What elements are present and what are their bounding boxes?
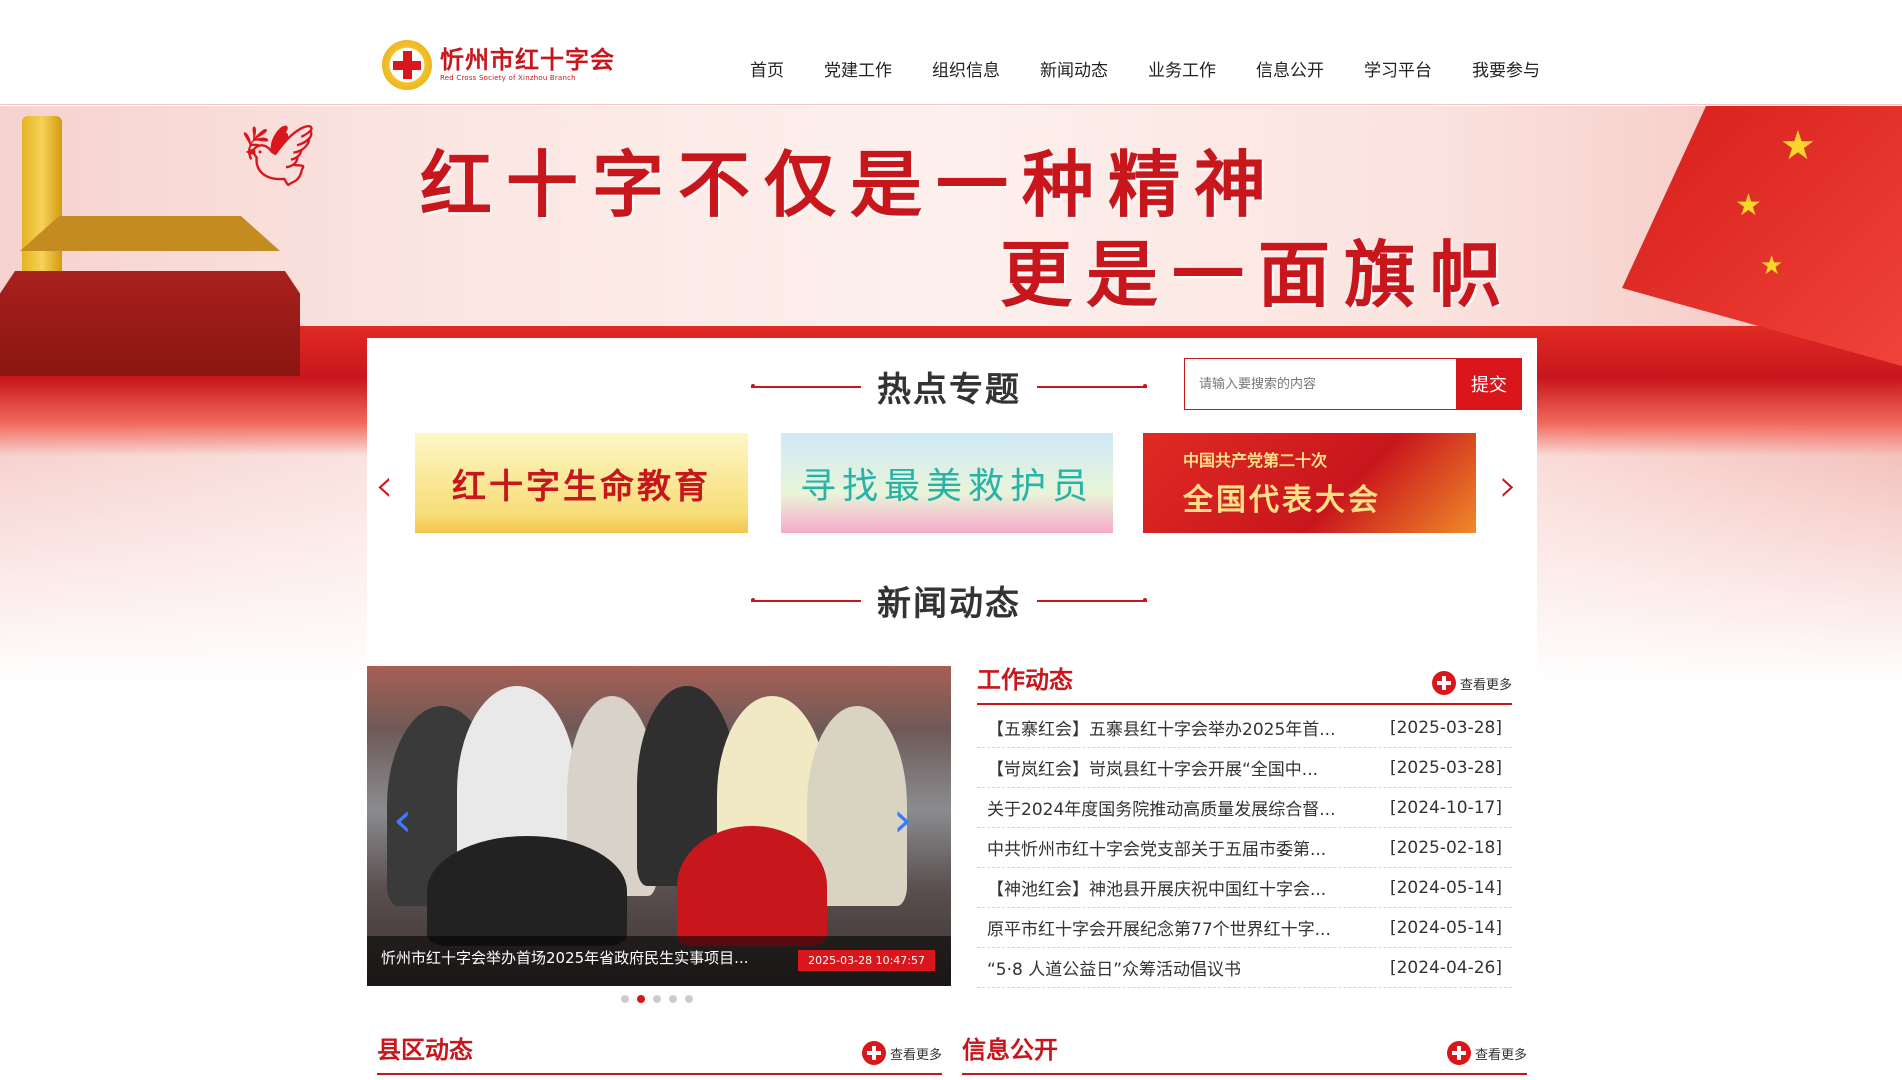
nav-home[interactable]: 首页 (750, 56, 784, 81)
slider-dots (621, 995, 701, 1003)
search-input[interactable] (1184, 358, 1456, 410)
news-item-date: [2025-03-28] (1389, 757, 1502, 778)
work-news-list: 【五寨红会】五寨县红十字会举办2025年首... [2025-03-28] 【岢岚… (977, 708, 1512, 988)
slider-dot[interactable] (685, 995, 693, 1003)
more-label: 查看更多 (889, 1047, 942, 1063)
photo-person (427, 836, 627, 946)
news-item[interactable]: 【神池红会】神池县开展庆祝中国红十字会... [2024-05-14] (977, 868, 1512, 908)
news-item-title: 原平市红十字会开展纪念第77个世界红十字... (987, 920, 1331, 940)
news-heading: 新闻动态 (751, 576, 1147, 625)
topic-label: 寻找最美救护员 (799, 466, 1094, 507)
news-item-title: 【岢岚红会】岢岚县红十字会开展“全国中... (987, 760, 1319, 780)
slider-dot[interactable] (621, 995, 629, 1003)
site-logo[interactable]: 忻州市红十字会 Red Cross Society of Xinzhou Bra… (382, 40, 615, 90)
news-item[interactable]: “5·8 人道公益日”众筹活动倡议书 [2024-04-26] (977, 948, 1512, 988)
topic-card-life-education[interactable]: 红十字生命教育 (415, 433, 748, 533)
county-news-title: 县区动态 (377, 1036, 473, 1064)
news-item-title: 关于2024年度国务院推动高质量发展综合督... (987, 800, 1336, 820)
county-news-header: 县区动态 查看更多 (377, 1030, 942, 1075)
red-cross-icon (1446, 1041, 1471, 1065)
work-news-header: 工作动态 查看更多 (977, 660, 1512, 705)
hot-topics-title: 热点专题 (877, 370, 1021, 410)
slider-dot[interactable] (653, 995, 661, 1003)
topic-label: 红十字生命教育 (452, 466, 711, 507)
news-item[interactable]: 原平市红十字会开展纪念第77个世界红十字... [2024-05-14] (977, 908, 1512, 948)
news-item-date: [2025-03-28] (1389, 717, 1502, 738)
nav-participate[interactable]: 我要参与 (1472, 56, 1540, 81)
banner-slogan-line2: 更是一面旗帜 (1000, 232, 1517, 317)
flag-star-icon: ★ (1780, 123, 1816, 169)
news-item-title: “5·8 人道公益日”众筹活动倡议书 (987, 960, 1242, 980)
topic-card-20th-congress[interactable]: 中国共产党第二十次 全国代表大会 (1143, 433, 1476, 533)
nav-business[interactable]: 业务工作 (1148, 56, 1216, 81)
news-item-date: [2024-04-26] (1389, 957, 1502, 978)
info-disclosure-more-link[interactable]: 查看更多 (1446, 1041, 1527, 1065)
dove-icon: 🕊 (240, 121, 317, 191)
work-news-title: 工作动态 (977, 666, 1073, 694)
county-news-more-link[interactable]: 查看更多 (861, 1041, 942, 1065)
hot-topics-heading: 热点专题 (751, 362, 1147, 411)
news-item[interactable]: 关于2024年度国务院推动高质量发展综合督... [2024-10-17] (977, 788, 1512, 828)
more-label: 查看更多 (1474, 1047, 1527, 1063)
topics-next-arrow-icon[interactable]: › (1499, 462, 1517, 508)
info-disclosure-header: 信息公开 查看更多 (962, 1030, 1527, 1075)
slider-dot-active[interactable] (637, 995, 645, 1003)
news-item[interactable]: 中共忻州市红十字会党支部关于五届市委第... [2025-02-18] (977, 828, 1512, 868)
slider-dot[interactable] (669, 995, 677, 1003)
slider-timestamp: 2025-03-28 10:47:57 (798, 950, 935, 971)
info-disclosure-title: 信息公开 (962, 1036, 1058, 1064)
nav-news[interactable]: 新闻动态 (1040, 56, 1108, 81)
more-label: 查看更多 (1459, 677, 1512, 693)
news-item[interactable]: 【岢岚红会】岢岚县红十字会开展“全国中... [2025-03-28] (977, 748, 1512, 788)
news-item-title: 【五寨红会】五寨县红十字会举办2025年首... (987, 720, 1336, 740)
flag-star-icon: ★ (1735, 188, 1762, 223)
red-cross-icon (861, 1041, 886, 1065)
nav-disclosure[interactable]: 信息公开 (1256, 56, 1324, 81)
nav-organization[interactable]: 组织信息 (932, 56, 1000, 81)
news-item-date: [2024-10-17] (1389, 797, 1502, 818)
flag-star-icon: ★ (1760, 251, 1784, 281)
news-item[interactable]: 【五寨红会】五寨县红十字会举办2025年首... [2025-03-28] (977, 708, 1512, 748)
news-item-title: 中共忻州市红十字会党支部关于五届市委第... (987, 840, 1327, 860)
search-submit-button[interactable]: 提交 (1456, 358, 1522, 410)
logo-subtitle: Red Cross Society of Xinzhou Branch (440, 74, 576, 82)
site-header: 忻州市红十字会 Red Cross Society of Xinzhou Bra… (0, 0, 1902, 105)
red-cross-icon (1431, 671, 1456, 695)
news-title: 新闻动态 (877, 584, 1021, 624)
logo-title: 忻州市红十字会 (440, 46, 615, 74)
topic-label-small: 中国共产党第二十次 (1183, 451, 1328, 470)
huabiao-pillar-icon (22, 116, 62, 276)
main-nav: 首页 党建工作 组织信息 新闻动态 业务工作 信息公开 学习平台 我要参与 (750, 56, 1580, 81)
slider-next-arrow-icon[interactable]: › (893, 796, 912, 844)
work-news-more-link[interactable]: 查看更多 (1431, 671, 1512, 695)
slider-prev-arrow-icon[interactable]: ‹ (393, 796, 412, 844)
red-cross-emblem-icon (382, 40, 432, 90)
topic-card-best-rescuer[interactable]: 寻找最美救护员 (781, 433, 1113, 533)
main-panel: 热点专题 提交 ‹ › 红十字生命教育 寻找最美救护员 中国共产党第二十次 全国… (367, 338, 1537, 1080)
nav-party-building[interactable]: 党建工作 (824, 56, 892, 81)
news-item-date: [2024-05-14] (1389, 917, 1502, 938)
nav-learning[interactable]: 学习平台 (1364, 56, 1432, 81)
news-photo-slider[interactable]: ‹ › 忻州市红十字会举办首场2025年省政府民生实事项目... 2025-03… (367, 666, 951, 986)
site-search: 提交 (1184, 358, 1522, 410)
slider-caption[interactable]: 忻州市红十字会举办首场2025年省政府民生实事项目... (381, 947, 748, 968)
news-item-title: 【神池红会】神池县开展庆祝中国红十字会... (987, 880, 1327, 900)
photo-person (677, 826, 827, 946)
news-item-date: [2024-05-14] (1389, 877, 1502, 898)
news-item-date: [2025-02-18] (1389, 837, 1502, 858)
topic-label-big: 全国代表大会 (1183, 483, 1381, 518)
topics-prev-arrow-icon[interactable]: ‹ (375, 462, 393, 508)
